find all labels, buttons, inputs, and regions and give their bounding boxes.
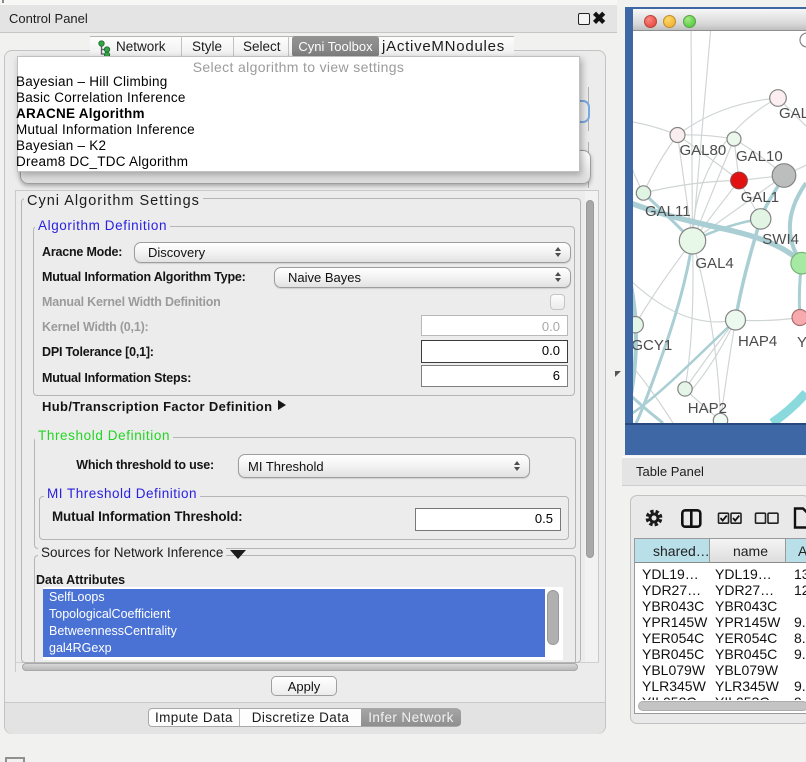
svg-text:GAL1: GAL1 bbox=[741, 189, 779, 206]
svg-text:HAP2: HAP2 bbox=[688, 400, 727, 417]
svg-text:GAL80: GAL80 bbox=[680, 142, 727, 159]
svg-text:GCY1: GCY1 bbox=[633, 337, 672, 354]
svg-text:GAL7: GAL7 bbox=[779, 105, 806, 122]
svg-text:GAL11: GAL11 bbox=[645, 203, 691, 220]
svg-text:HAP4: HAP4 bbox=[738, 333, 777, 350]
svg-text:GAL4: GAL4 bbox=[695, 255, 733, 272]
svg-text:GAL10: GAL10 bbox=[736, 148, 783, 165]
svg-text:SWI4: SWI4 bbox=[762, 231, 799, 248]
svg-text:YB: YB bbox=[797, 334, 806, 351]
